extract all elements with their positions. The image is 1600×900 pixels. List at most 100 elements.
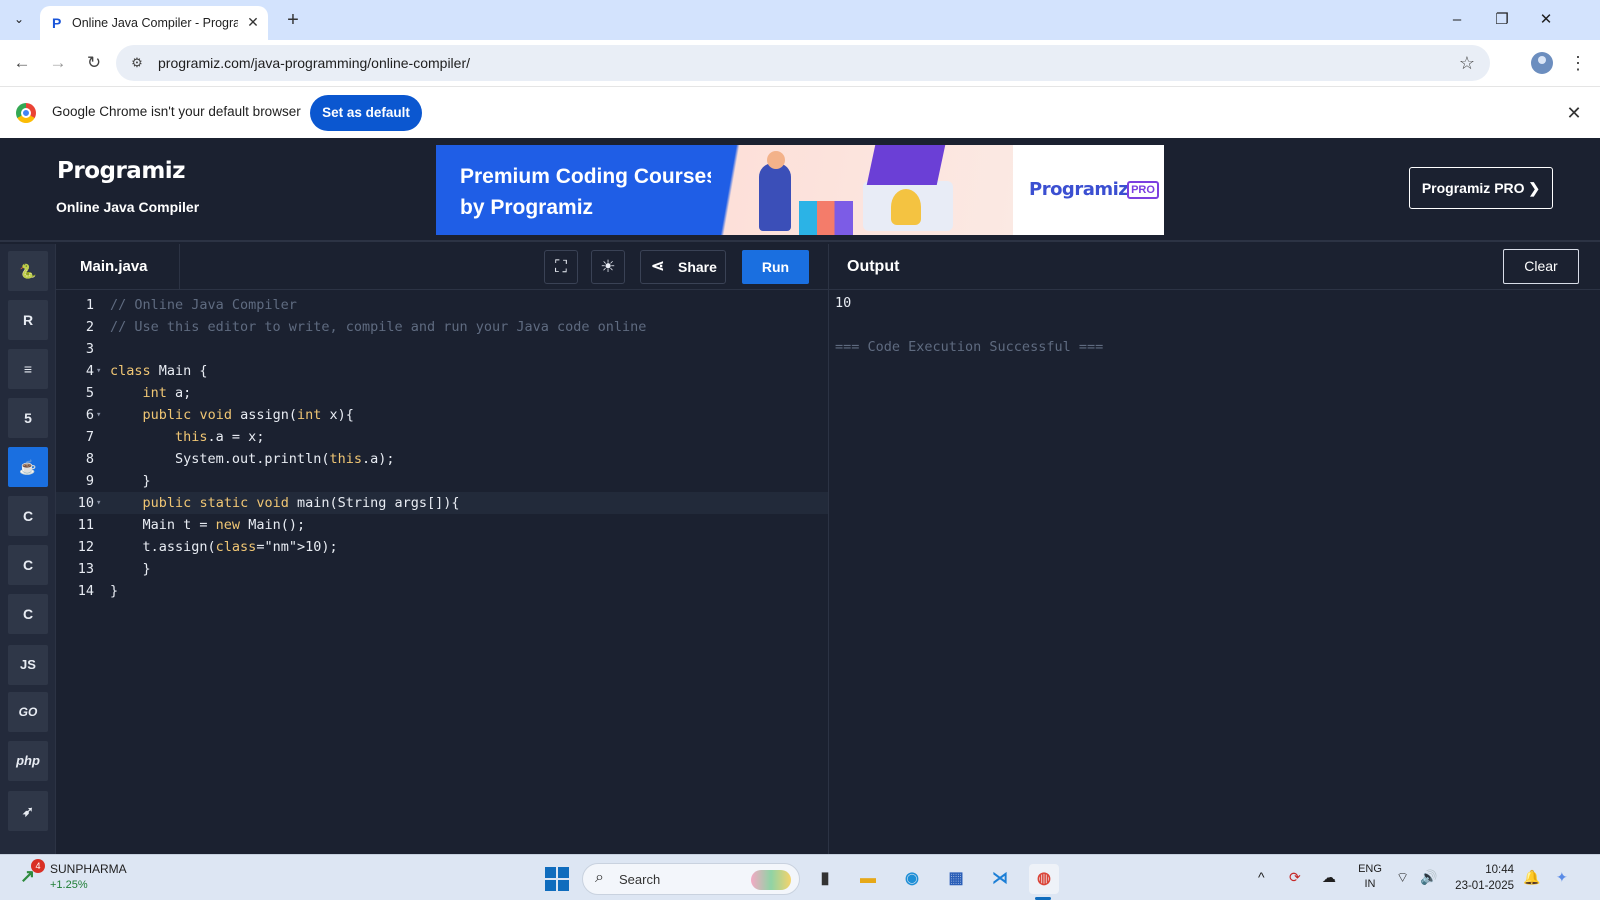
forward-icon[interactable]: →	[46, 51, 70, 75]
r-icon[interactable]: R	[8, 300, 48, 340]
go-icon[interactable]: GO	[8, 692, 48, 732]
taskbar-search[interactable]: ⌕ Search	[582, 863, 800, 895]
code-text: }	[110, 583, 119, 599]
fold-arrow-icon[interactable]: ▾	[96, 360, 106, 382]
csharp-icon[interactable]: C	[8, 594, 48, 634]
notification-bell-icon[interactable]: 🔔	[1523, 869, 1540, 886]
code-line: 7 this.a = x;	[56, 426, 828, 448]
fullscreen-icon[interactable]: ⛶	[544, 250, 578, 284]
share-button[interactable]: ⋖ Share	[640, 250, 726, 284]
programiz-pro-button[interactable]: Programiz PRO ❯	[1409, 167, 1553, 209]
line-number: 14	[77, 583, 94, 599]
output-toolbar: Output Clear	[829, 244, 1600, 290]
cpp-icon[interactable]: C	[8, 545, 48, 585]
share-label: Share	[678, 259, 717, 275]
line-number: 6	[85, 407, 94, 423]
code-text: }	[110, 473, 151, 489]
onedrive-off-icon[interactable]: ☁	[1322, 869, 1336, 886]
promo-banner[interactable]: Premium Coding Courses by Programiz Prog…	[436, 145, 1164, 235]
language-indicator[interactable]: ENG IN	[1355, 862, 1385, 892]
store-icon[interactable]: ▦	[941, 864, 971, 894]
clear-button[interactable]: Clear	[1503, 249, 1579, 284]
tab-title: Online Java Compiler - Programiz	[72, 16, 238, 30]
trophy-illustration	[891, 189, 921, 225]
set-as-default-button[interactable]: Set as default	[310, 95, 422, 131]
volume-icon[interactable]: 🔊	[1420, 869, 1437, 886]
python-icon[interactable]: 🐍	[8, 251, 48, 291]
file-explorer-icon[interactable]: ▬	[853, 864, 883, 894]
window-close-icon[interactable]: ✕	[1531, 8, 1561, 32]
language-sidebar: 🐍 R ≡ 5 ☕ C C C JS GO php ➶	[0, 244, 56, 854]
bookmark-star-icon[interactable]: ☆	[1456, 52, 1478, 74]
code-text: }	[110, 561, 151, 577]
banner-brand: Programiz PRO	[1013, 145, 1164, 235]
run-button[interactable]: Run	[742, 250, 809, 284]
close-icon[interactable]: ✕	[244, 13, 262, 31]
line-number: 12	[77, 539, 94, 555]
execution-status: === Code Execution Successful ===	[835, 339, 1104, 355]
code-line-current: 10 ▾ public static void main(String args…	[56, 492, 828, 514]
code-line: 13 }	[56, 558, 828, 580]
c-icon[interactable]: C	[8, 496, 48, 536]
language-code: ENG	[1358, 863, 1382, 875]
region-code: IN	[1364, 878, 1376, 890]
fold-arrow-icon[interactable]: ▾	[96, 404, 106, 426]
site-info-icon[interactable]: ⚙	[128, 54, 146, 72]
line-number: 1	[85, 297, 94, 313]
programiz-favicon-icon: P	[52, 15, 62, 31]
copilot-icon[interactable]: ✦	[1556, 869, 1568, 886]
line-number: 7	[85, 429, 94, 445]
code-text: this.a = x;	[175, 429, 265, 445]
javascript-icon[interactable]: JS	[8, 645, 48, 685]
windows-start-icon[interactable]	[545, 867, 569, 891]
stock-change: +1.25%	[50, 879, 88, 891]
minimize-icon[interactable]: –	[1442, 8, 1472, 32]
books-illustration	[799, 201, 853, 235]
edge-icon[interactable]: ◉	[897, 864, 927, 894]
reload-icon[interactable]: ↻	[82, 51, 106, 75]
chevron-up-icon[interactable]: ^	[1258, 869, 1265, 885]
php-icon[interactable]: php	[8, 741, 48, 781]
sql-icon[interactable]: ≡	[8, 349, 48, 389]
html-icon[interactable]: 5	[8, 398, 48, 438]
code-line: 11 Main t = new Main();	[56, 514, 828, 536]
plus-icon[interactable]: +	[282, 9, 304, 31]
chrome-icon[interactable]: ◍	[1029, 864, 1059, 894]
sync-icon[interactable]: ⟳	[1289, 869, 1301, 886]
tab-strip: ⌄ P Online Java Compiler - Programiz ✕ +…	[0, 0, 1600, 40]
task-view-icon[interactable]: ▮	[810, 864, 840, 894]
close-icon[interactable]: ✕	[1562, 101, 1586, 125]
clock[interactable]: 10:44 23-01-2025	[1448, 862, 1514, 894]
address-bar[interactable]: ⚙ programiz.com/java-programming/online-…	[116, 45, 1490, 81]
chevron-down-icon[interactable]: ⌄	[8, 8, 30, 30]
wifi-icon[interactable]: ⌔	[1396, 869, 1409, 887]
more-menu-icon[interactable]: ⋮	[1568, 51, 1588, 75]
banner-illustration	[711, 145, 1013, 235]
code-line: 8 System.out.println(this.a);	[56, 448, 828, 470]
search-placeholder: Search	[619, 872, 661, 887]
code-line: 6 ▾ public void assign(int x){	[56, 404, 828, 426]
back-icon[interactable]: ←	[10, 51, 34, 75]
default-browser-infobar: Google Chrome isn't your default browser…	[0, 86, 1600, 138]
programiz-logo[interactable]: Programiz	[57, 158, 186, 184]
code-text: public void assign(int x){	[142, 407, 354, 423]
profile-avatar-icon[interactable]	[1531, 52, 1553, 74]
code-line: 1 // Online Java Compiler	[56, 294, 828, 316]
vscode-icon[interactable]: ⋊	[985, 864, 1015, 894]
code-text: System.out.println(this.a);	[110, 451, 395, 467]
code-editor[interactable]: 1 // Online Java Compiler 2 // Use this …	[56, 290, 828, 854]
code-text: Main t = new Main();	[110, 517, 306, 533]
code-line: 12 t.assign(class="nm">10);	[56, 536, 828, 558]
fold-arrow-icon[interactable]: ▾	[96, 492, 106, 514]
notification-badge: 4	[31, 859, 45, 873]
browser-tab[interactable]: P Online Java Compiler - Programiz ✕	[40, 6, 268, 40]
java-icon[interactable]: ☕	[8, 447, 48, 487]
code-text: // Use this editor to write, compile and…	[110, 319, 647, 335]
file-tab-main-java[interactable]: Main.java	[56, 244, 180, 290]
stock-name[interactable]: SUNPHARMA	[50, 862, 127, 876]
swift-icon[interactable]: ➶	[8, 791, 48, 831]
line-number: 11	[77, 517, 94, 533]
url-text[interactable]: programiz.com/java-programming/online-co…	[158, 54, 470, 72]
theme-toggle-icon[interactable]: ☀	[591, 250, 625, 284]
restore-icon[interactable]: ❐	[1487, 8, 1517, 32]
